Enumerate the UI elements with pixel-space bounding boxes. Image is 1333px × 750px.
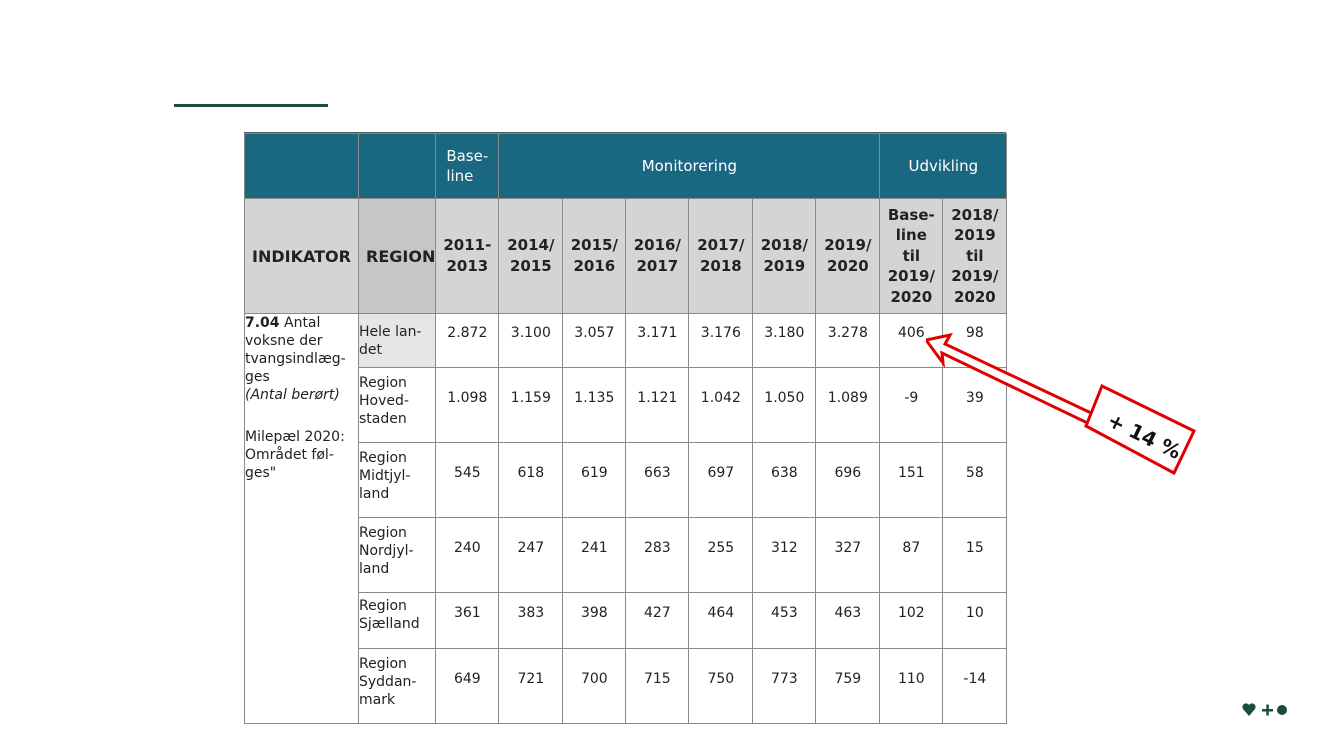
table-cell-value: 1.050 [752,367,817,443]
column-header-year: 2011- 2013 [435,198,500,314]
table-cell-value: 3.176 [688,313,754,368]
table-cell-value: 3.057 [562,313,627,368]
table-cell-value: 1.098 [435,367,500,443]
table-row: 7.04 Antal voksne der tvangsindlæg-ges (A… [244,313,1008,724]
indicator-table: Base-line Monitorering Udvikling INDIKAT… [244,133,1008,724]
indicator-code: 7.04 [245,315,280,331]
table-cell-value: 545 [435,442,500,518]
table-cell-value: 463 [815,592,881,649]
table-row: Region Sjælland 361 383 398 427 464 453 463 102 10 [245,592,1008,649]
column-header-development: 2018/2019 til 2019/2020 [942,198,1008,314]
table-cell-value: 3.171 [625,313,690,368]
column-header-indicator: INDIKATOR [244,198,359,314]
table-cell-value: 3.100 [498,313,564,368]
header-row-columns: INDIKATOR REGION 2011- 2013 2014/2015 2015/… [244,198,1008,314]
table-cell-value: 102 [879,592,944,649]
region-name: Region Hoved-staden [357,367,437,443]
change-arrow-callout: + 14 % [923,330,1206,480]
table-cell-value: 110 [879,648,944,724]
table-cell-value: 1.121 [625,367,690,443]
table-row: Region Hoved-staden 1.098 1.159 1.135 1.121 1.… [245,367,1008,443]
table-cell-value: 15 [942,517,1008,593]
table-cell-value: 398 [562,592,627,649]
table-row: Region Nordjyl-land 240 247 241 283 255 312 327 8… [245,517,1008,593]
column-header-year: 2018/2019 [752,198,817,314]
table-row: Region Syddan-mark 649 721 700 715 750 773 759 11… [245,648,1008,724]
table-cell-value: 327 [815,517,881,593]
title-underline [174,104,328,107]
table-cell-value: 1.135 [562,367,627,443]
table-cell-value: 361 [435,592,500,649]
header-empty-indicator [244,133,359,199]
table-cell-value: -14 [942,648,1008,724]
region-name: Region Midtjyl-land [357,442,437,518]
table-cell-value: 241 [562,517,627,593]
table-cell-value: 1.042 [688,367,754,443]
region-name: Region Syddan-mark [357,648,437,724]
table-cell-value: 1.159 [498,367,564,443]
table-cell-value: 715 [625,648,690,724]
indicator-milestone: Milepæl 2020: Området føl-ges" [245,429,345,481]
table-cell-value: 638 [752,442,817,518]
table-cell-value: 87 [879,517,944,593]
indicator-description: 7.04 Antal voksne der tvangsindlæg-ges (A… [244,313,359,724]
header-monitoring: Monitorering [498,133,881,199]
table-cell-value: 383 [498,592,564,649]
column-header-year: 2016/2017 [625,198,690,314]
column-header-region: REGION [357,198,437,314]
table-cell-value: 240 [435,517,500,593]
column-header-year: 2015/2016 [562,198,627,314]
table-cell-value: 773 [752,648,817,724]
indicator-subtitle: (Antal berørt) [245,387,340,403]
table-row: Region Midtjyl-land 545 618 619 663 697 638 696 1… [245,442,1008,518]
column-header-year: 2017/2018 [688,198,754,314]
region-name: Hele lan-det [357,313,437,368]
table-cell-value: 10 [942,592,1008,649]
region-name: Region Nordjyl-land [357,517,437,593]
table-cell-value: 721 [498,648,564,724]
table-cell-value: 312 [752,517,817,593]
table-cell-value: 427 [625,592,690,649]
table-cell-value: 750 [688,648,754,724]
table-cell-value: 464 [688,592,754,649]
table-cell-value: 453 [752,592,817,649]
table-cell-value: 618 [498,442,564,518]
column-header-development: Base-line til 2019/2020 [879,198,944,314]
header-baseline: Base-line [435,133,500,199]
table-cell-value: 1.089 [815,367,881,443]
brand-logo [1241,700,1289,720]
table-cell-value: 697 [688,442,754,518]
table-cell-value: 759 [815,648,881,724]
region-name: Region Sjælland [357,592,437,649]
column-header-year: 2014/2015 [498,198,564,314]
header-development: Udvikling [879,133,1008,199]
table-cell-value: 700 [562,648,627,724]
table-cell-value: 663 [625,442,690,518]
table-cell-value: 696 [815,442,881,518]
table-cell-value: 3.278 [815,313,881,368]
table-cell-value: 247 [498,517,564,593]
header-row-top: Base-line Monitorering Udvikling [244,133,1008,199]
table-cell-value: 255 [688,517,754,593]
table-cell-value: 619 [562,442,627,518]
header-empty-region [357,133,437,199]
table-cell-value: 2.872 [435,313,500,368]
table-cell-value: 649 [435,648,500,724]
table-cell-value: 283 [625,517,690,593]
table-cell-value: 3.180 [752,313,817,368]
column-header-year: 2019/2020 [815,198,881,314]
